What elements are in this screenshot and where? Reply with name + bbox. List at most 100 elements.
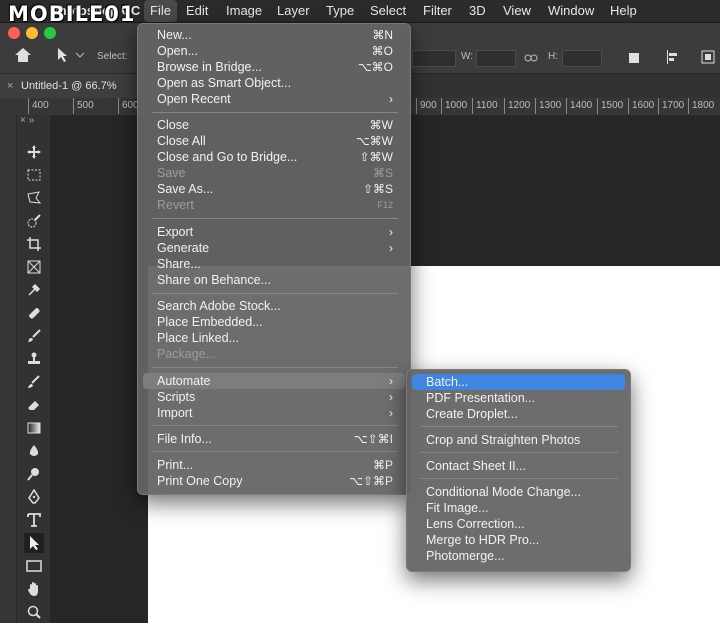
width-field[interactable]: [476, 50, 516, 67]
stamp-tool-icon[interactable]: [24, 349, 44, 369]
menu-item-automate[interactable]: Automate ›: [143, 373, 405, 389]
file-menu: New... ⌘N Open... ⌘O Browse in Bridge... ⌥⌘…: [137, 23, 411, 495]
menu-filter[interactable]: Filter: [417, 0, 458, 22]
submenu-item-batch[interactable]: Batch...: [412, 374, 625, 390]
marquee-tool-icon[interactable]: [24, 165, 44, 185]
ruler-tick: 1700: [658, 98, 684, 114]
submenu-item-fit-image[interactable]: Fit Image...: [412, 500, 625, 516]
zoom-tool-icon[interactable]: [24, 602, 44, 622]
path-selection-tool-icon[interactable]: [24, 533, 44, 553]
collapse-panel-icon[interactable]: × »: [20, 115, 34, 126]
gradient-tool-icon[interactable]: [24, 418, 44, 438]
chevron-right-icon: ›: [389, 92, 393, 106]
ruler-tick: 1500: [597, 98, 623, 114]
menu-item-search-adobe-stock[interactable]: Search Adobe Stock...: [143, 298, 405, 314]
chevron-right-icon: ›: [389, 225, 393, 239]
menu-edit[interactable]: Edit: [180, 0, 214, 22]
select-label: Select:: [97, 51, 128, 62]
submenu-item-crop-and-straighten[interactable]: Crop and Straighten Photos: [412, 432, 625, 448]
menu-item-new[interactable]: New... ⌘N: [143, 27, 405, 43]
lasso-tool-icon[interactable]: [24, 188, 44, 208]
healing-brush-tool-icon[interactable]: [24, 303, 44, 323]
menu-item-open-recent[interactable]: Open Recent ›: [143, 91, 405, 107]
menu-separator: [152, 218, 398, 219]
document-tab[interactable]: × Untitled-1 @ 66.7% (R…: [0, 74, 140, 116]
stroke-style-dropdown[interactable]: [412, 50, 456, 67]
quick-selection-tool-icon[interactable]: [24, 211, 44, 231]
pen-tool-icon[interactable]: [24, 487, 44, 507]
submenu-item-conditional-mode-change[interactable]: Conditional Mode Change...: [412, 484, 625, 500]
chevron-right-icon: ›: [389, 374, 393, 388]
close-tab-icon[interactable]: ×: [7, 74, 13, 98]
height-field[interactable]: [562, 50, 602, 67]
hand-tool-icon[interactable]: [24, 579, 44, 599]
menu-layer[interactable]: Layer: [271, 0, 316, 22]
menu-select[interactable]: Select: [364, 0, 412, 22]
ruler-tick: 1600: [628, 98, 654, 114]
ruler-tick: 400: [28, 98, 49, 114]
menu-item-revert: Revert F12: [157, 198, 393, 212]
menu-item-save-as[interactable]: Save As... ⇧⌘S: [143, 181, 405, 197]
menu-item-place-linked[interactable]: Place Linked...: [143, 330, 405, 346]
menu-item-browse-in-bridge[interactable]: Browse in Bridge... ⌥⌘O: [143, 59, 405, 75]
menu-item-import[interactable]: Import ›: [143, 405, 405, 421]
submenu-item-photomerge[interactable]: Photomerge...: [412, 548, 625, 564]
menu-item-close[interactable]: Close ⌘W: [143, 117, 405, 133]
menu-window[interactable]: Window: [542, 0, 600, 22]
home-icon[interactable]: [14, 47, 32, 68]
path-operations-icon[interactable]: [628, 51, 640, 69]
crop-tool-icon[interactable]: [24, 234, 44, 254]
menu-item-close-all[interactable]: Close All ⌥⌘W: [143, 133, 405, 149]
submenu-item-pdf-presentation[interactable]: PDF Presentation...: [412, 390, 625, 406]
menu-help[interactable]: Help: [604, 0, 643, 22]
arrange-icon[interactable]: [700, 49, 716, 70]
tools-panel: × »: [0, 115, 50, 623]
brush-tool-icon[interactable]: [24, 326, 44, 346]
chevron-right-icon: ›: [389, 241, 393, 255]
menu-item-package: Package...: [157, 347, 217, 361]
automate-submenu: Batch... PDF Presentation... Create Drop…: [406, 369, 631, 572]
menu-item-share-on-behance[interactable]: Share on Behance...: [143, 272, 405, 288]
frame-tool-icon[interactable]: [24, 257, 44, 277]
submenu-item-lens-correction[interactable]: Lens Correction...: [412, 516, 625, 532]
menu-item-print-one-copy[interactable]: Print One Copy ⌥⇧⌘P: [143, 473, 405, 489]
link-icon[interactable]: [524, 51, 538, 69]
menu-separator: [421, 452, 618, 453]
move-tool-icon[interactable]: [24, 142, 44, 162]
menu-separator: [152, 425, 398, 426]
menu-item-file-info[interactable]: File Info... ⌥⇧⌘I: [143, 431, 405, 447]
menu-item-generate[interactable]: Generate ›: [143, 240, 405, 256]
menu-item-print[interactable]: Print... ⌘P: [143, 457, 405, 473]
menu-item-open-as-smart-object[interactable]: Open as Smart Object...: [143, 75, 405, 91]
menu-type[interactable]: Type: [320, 0, 360, 22]
menu-3d[interactable]: 3D: [463, 0, 492, 22]
menu-item-scripts[interactable]: Scripts ›: [143, 389, 405, 405]
rectangle-tool-icon[interactable]: [24, 556, 44, 576]
ruler-tick: 900: [416, 98, 437, 114]
menu-item-place-embedded[interactable]: Place Embedded...: [143, 314, 405, 330]
submenu-item-contact-sheet[interactable]: Contact Sheet II...: [412, 458, 625, 474]
menu-image[interactable]: Image: [220, 0, 268, 22]
eraser-tool-icon[interactable]: [24, 395, 44, 415]
history-brush-tool-icon[interactable]: [24, 372, 44, 392]
menu-separator: [152, 367, 398, 368]
menu-view[interactable]: View: [497, 0, 537, 22]
menu-item-export[interactable]: Export ›: [143, 224, 405, 240]
blur-tool-icon[interactable]: [24, 441, 44, 461]
dodge-tool-icon[interactable]: [24, 464, 44, 484]
submenu-item-create-droplet[interactable]: Create Droplet...: [412, 406, 625, 422]
move-tool-preset-icon[interactable]: [56, 47, 86, 68]
submenu-item-merge-to-hdr[interactable]: Merge to HDR Pro...: [412, 532, 625, 548]
type-tool-icon[interactable]: [24, 510, 44, 530]
chevron-right-icon: ›: [389, 390, 393, 404]
eyedropper-tool-icon[interactable]: [24, 280, 44, 300]
menu-file[interactable]: File: [144, 0, 177, 22]
ruler-tick: 600: [118, 98, 139, 114]
menu-item-close-and-go-to-bridge[interactable]: Close and Go to Bridge... ⇧⌘W: [143, 149, 405, 165]
menu-item-open[interactable]: Open... ⌘O: [143, 43, 405, 59]
align-icon[interactable]: [666, 50, 680, 69]
menu-item-save: Save ⌘S: [157, 166, 393, 180]
height-label: H:: [548, 51, 558, 62]
menu-item-share[interactable]: Share...: [143, 256, 405, 272]
ruler-tick: 1200: [504, 98, 530, 114]
